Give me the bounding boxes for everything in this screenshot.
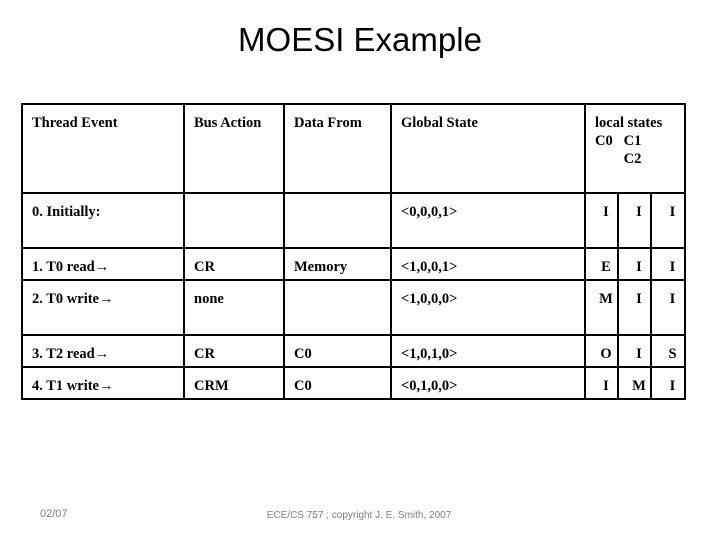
local-states-c2: C2: [623, 151, 642, 167]
cell-local-state-c2: I: [649, 366, 687, 400]
cell-data-from: Memory: [283, 247, 392, 281]
table-row: 1. T0 read→ CR Memory <1,0,0,1> E I I: [21, 247, 687, 281]
cell-local-state-c1: I: [617, 279, 652, 336]
cell-global-state: <1,0,0,1>: [390, 247, 586, 281]
cell-bus-action: [183, 192, 285, 249]
cell-data-from: C0: [283, 366, 392, 400]
cell-local-state-c2: I: [649, 247, 687, 281]
column-header-bus-action: Bus Action: [183, 103, 285, 194]
table-header-row: Thread Event Bus Action Data From Global…: [21, 103, 687, 194]
cell-local-state-c1: I: [617, 247, 652, 281]
table-row: 0. Initially: <0,0,0,1> I I I: [21, 192, 687, 249]
footer-copyright-wrap: ECE/CS 757 ; copyright J. E. Smith, 2007: [0, 509, 720, 522]
cell-local-state-c0: I: [584, 366, 619, 400]
cell-data-from: [283, 192, 392, 249]
table-row: 3. T2 read→ CR C0 <1,0,1,0> O I S: [21, 334, 687, 368]
table-row: 2. T0 write→ none <1,0,0,0> M I I: [21, 279, 687, 336]
cell-thread-event: 0. Initially:: [21, 192, 185, 249]
cell-global-state: <1,0,1,0>: [390, 334, 586, 368]
cell-thread-event: 1. T0 read→: [21, 247, 185, 281]
cell-local-state-c2: S: [649, 334, 687, 368]
local-states-title: local states: [595, 115, 663, 131]
moesi-state-table: Thread Event Bus Action Data From Global…: [21, 103, 687, 400]
cell-thread-event: 2. T0 write→: [21, 279, 185, 336]
cell-thread-event: 4. T1 write→: [21, 366, 185, 400]
cell-local-state-c1: I: [617, 192, 652, 249]
cell-local-state-c0: M: [584, 279, 619, 336]
cell-local-state-c2: I: [649, 279, 687, 336]
cell-local-state-c2: I: [649, 192, 687, 249]
footer-copyright: ECE/CS 757 ; copyright J. E. Smith, 2007: [266, 510, 452, 521]
cell-data-from: C0: [283, 334, 392, 368]
cell-data-from: [283, 279, 392, 336]
cell-local-state-c0: E: [584, 247, 619, 281]
cell-thread-event: 3. T2 read→: [21, 334, 185, 368]
table-row: 4. T1 write→ CRM C0 <0,1,0,0> I M I: [21, 366, 687, 400]
cell-local-state-c0: I: [584, 192, 619, 249]
cell-global-state: <0,1,0,0>: [390, 366, 586, 400]
cell-bus-action: CR: [183, 334, 285, 368]
cell-local-state-c1: I: [617, 334, 652, 368]
cell-global-state: <0,0,0,1>: [390, 192, 586, 249]
column-header-local-states: local states C0 C1 C2: [583, 103, 687, 194]
cell-local-state-c0: O: [584, 334, 619, 368]
column-header-thread-event: Thread Event: [21, 103, 185, 194]
cell-bus-action: CR: [183, 247, 285, 281]
moesi-table-container: Thread Event Bus Action Data From Global…: [21, 103, 687, 400]
column-header-global-state: Global State: [390, 103, 586, 194]
cell-bus-action: CRM: [183, 366, 285, 400]
cell-local-state-c1: M: [617, 366, 652, 400]
cell-bus-action: none: [183, 279, 285, 336]
cell-global-state: <1,0,0,0>: [390, 279, 586, 336]
page-title: MOESI Example: [238, 21, 482, 58]
column-header-data-from: Data From: [283, 103, 392, 194]
local-states-c0-c1: C0 C1: [595, 133, 642, 149]
